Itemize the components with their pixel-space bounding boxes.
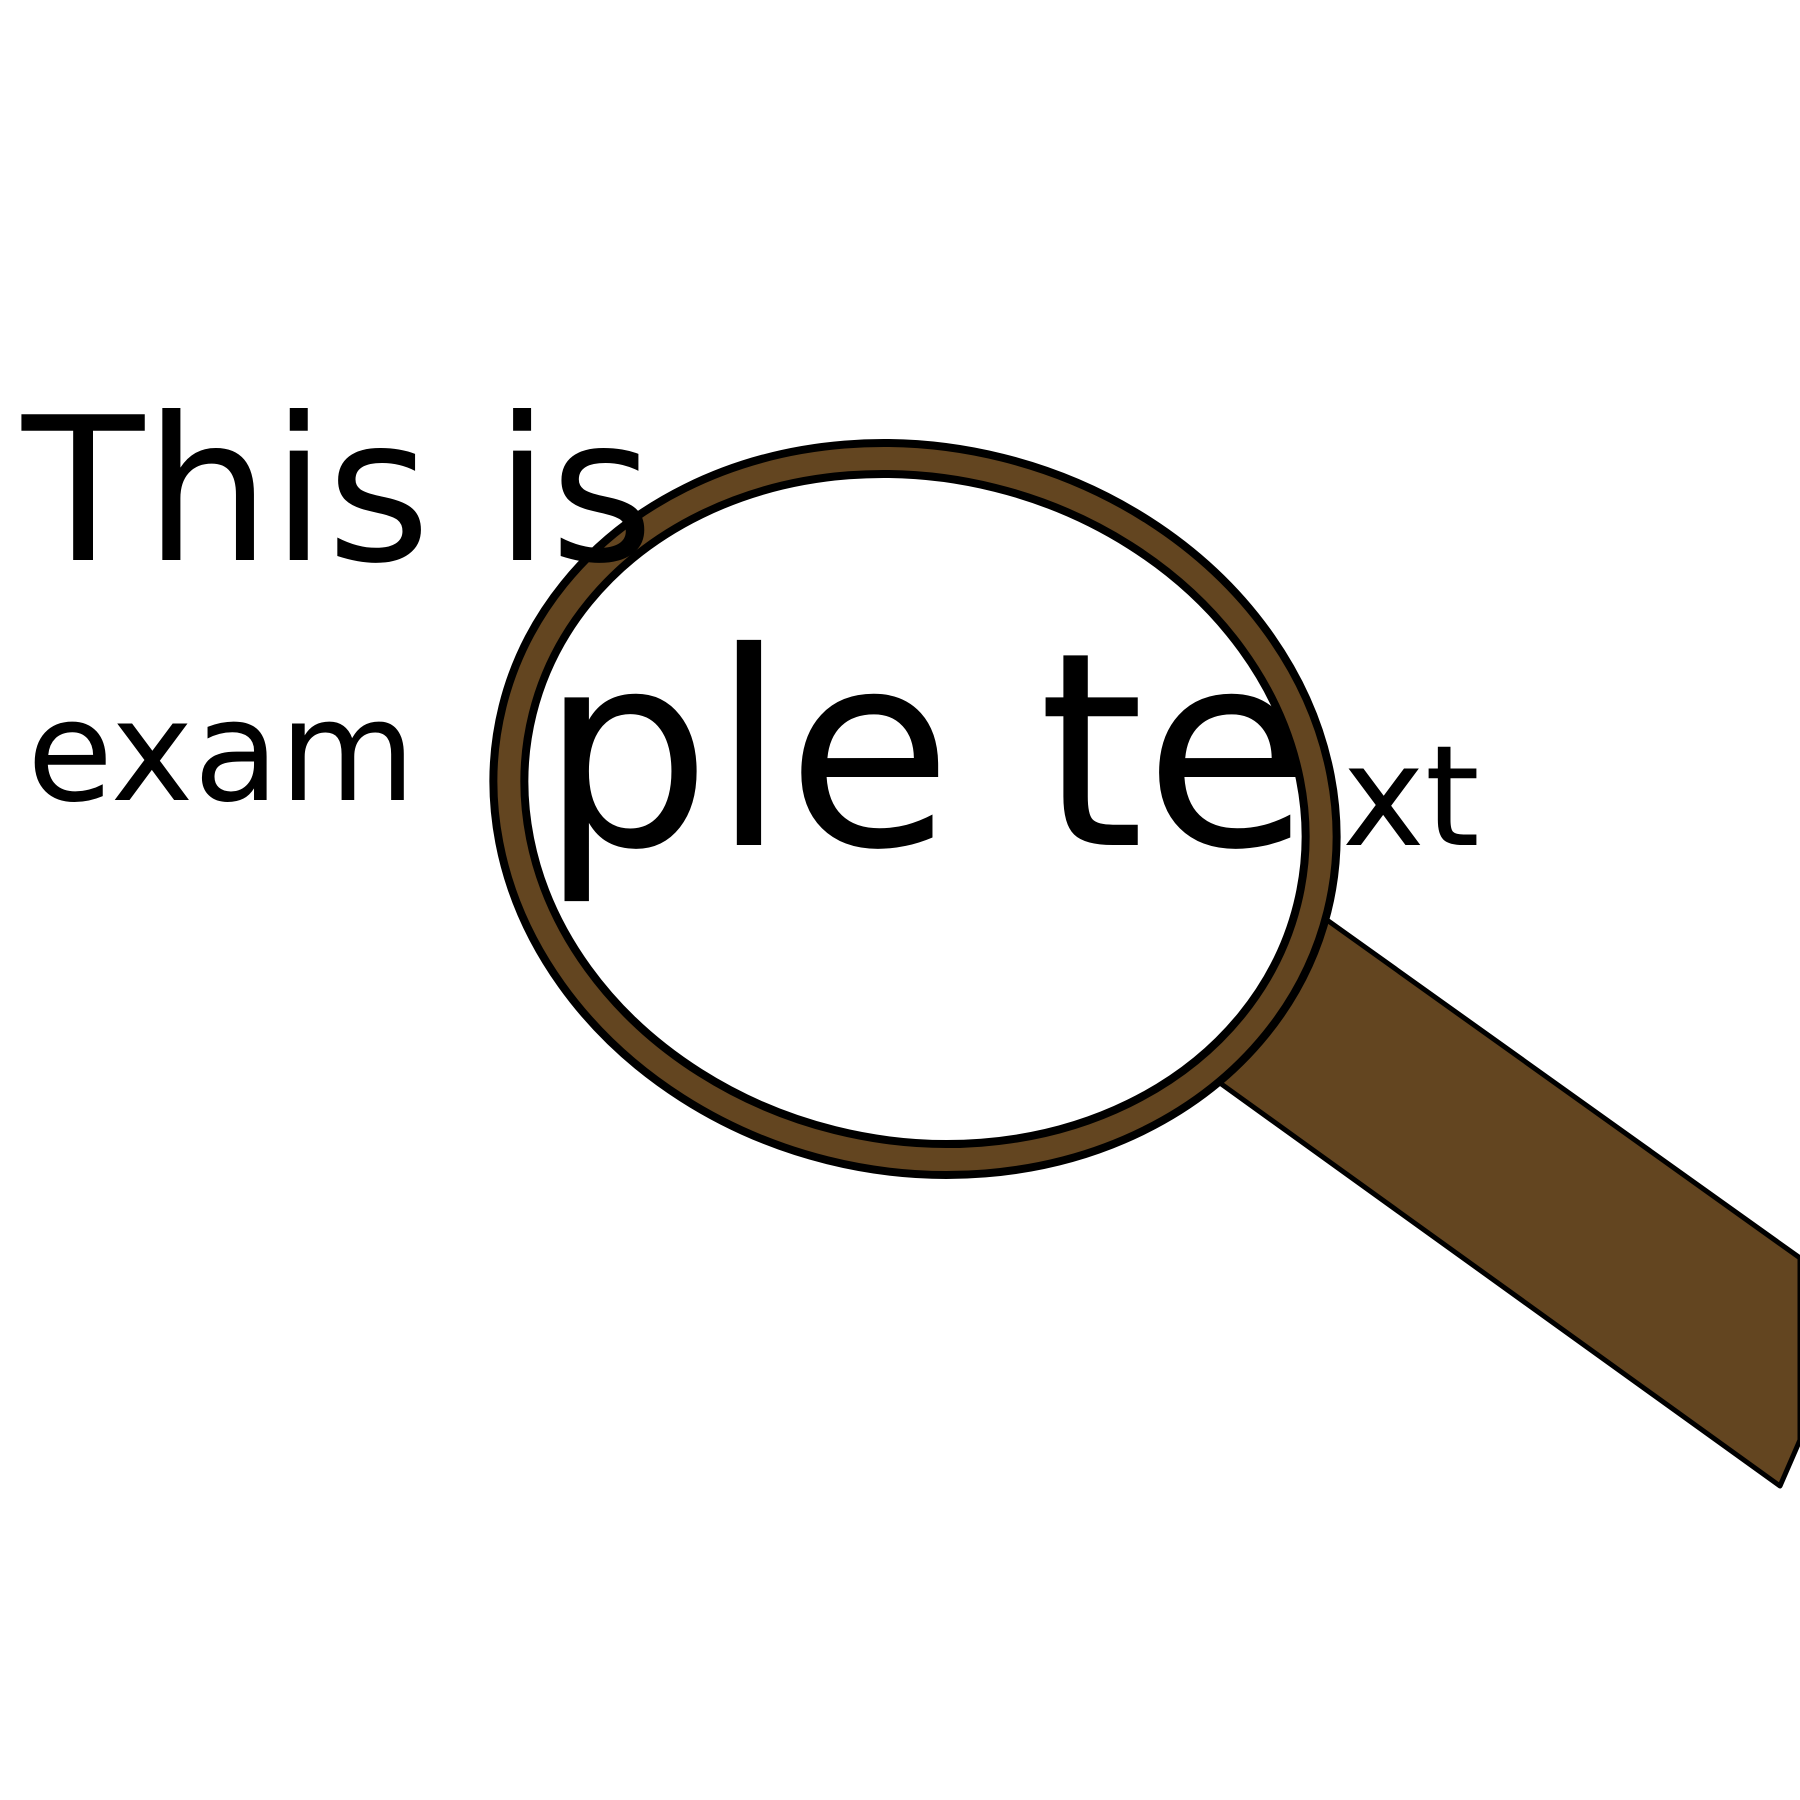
magnifier-handle (1210, 917, 1800, 1489)
text-line-2-right: xt (1342, 716, 1480, 879)
magnifier-illustration: This is exam ple te xt (21, 375, 1800, 1489)
text-line-2-magnified: ple te (540, 594, 1310, 909)
text-line-2-left: exam (27, 671, 416, 834)
text-line-1: This is (21, 375, 654, 608)
